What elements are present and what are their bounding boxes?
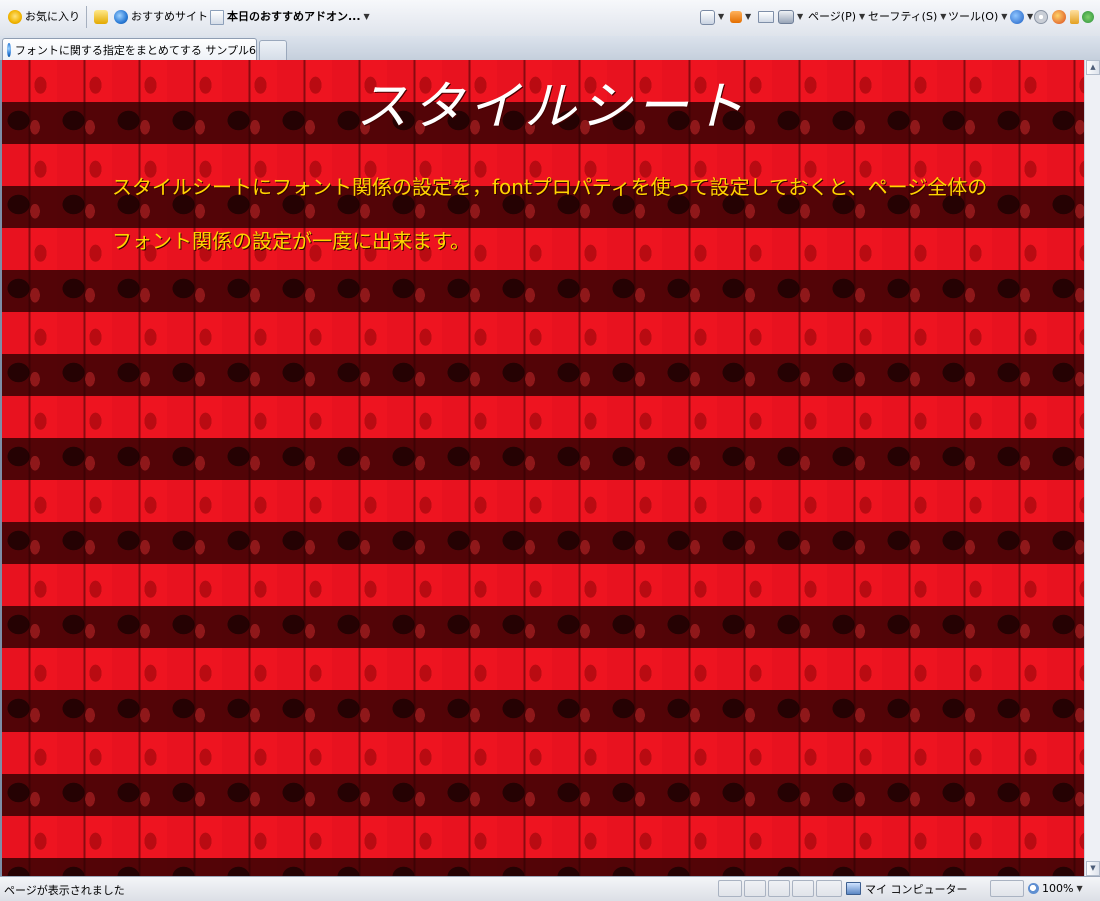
page-content: スタイルシート スタイルシートにフォント関係の設定を，fontプロパティを使って… (2, 60, 1084, 876)
zoom-icon (1028, 883, 1039, 894)
tools-menu[interactable]: ツール(O) ▼ (948, 8, 1007, 26)
page-menu-label: ページ(P) (808, 10, 856, 23)
chevron-down-icon: ▼ (363, 12, 370, 21)
add-favorite-icon (94, 10, 108, 24)
vertical-scrollbar[interactable]: ▲ ▼ (1084, 60, 1100, 876)
help-button[interactable]: ▼ (1010, 8, 1033, 26)
feeds-button[interactable]: ▼ (730, 8, 751, 26)
msn-icon (1082, 11, 1094, 23)
chevron-down-icon: ▼ (797, 12, 804, 21)
tab-active[interactable]: フォントに関する指定をまとめてする サンプル6 (2, 38, 257, 60)
tab-title: フォントに関する指定をまとめてする サンプル6 (14, 43, 256, 57)
addons-button[interactable]: 本日のおすすめアドオン... ▼ (210, 8, 370, 26)
status-cell (792, 880, 814, 897)
page-heading: スタイルシート (355, 77, 748, 137)
page-paragraph: スタイルシートにフォント関係の設定を，fontプロパティを使って設定しておくと、… (112, 175, 988, 253)
addon-icon (1052, 10, 1066, 24)
chevron-down-icon: ▼ (1001, 12, 1008, 21)
chevron-down-icon: ▼ (718, 12, 725, 21)
addon-button[interactable] (1052, 8, 1066, 26)
chevron-down-icon: ▼ (1076, 884, 1083, 893)
status-cell (768, 880, 790, 897)
status-bar: ページが表示されました マイ コンピューター 100% ▼ (0, 876, 1100, 901)
status-cell (744, 880, 766, 897)
chevron-down-icon: ▼ (940, 12, 947, 21)
tab-strip: フォントに関する指定をまとめてする サンプル6 (0, 36, 1100, 61)
research-button[interactable] (1070, 8, 1079, 26)
tools-menu-label: ツール(O) (948, 10, 999, 23)
mail-icon (758, 11, 774, 23)
settings-button[interactable] (1034, 8, 1048, 26)
protected-mode-cell[interactable] (990, 880, 1024, 897)
security-zone[interactable]: マイ コンピューター (846, 880, 968, 897)
scroll-up-button[interactable]: ▲ (1086, 60, 1100, 75)
favorites-star-icon (8, 10, 22, 24)
gear-icon (1034, 10, 1048, 24)
favorites-command-bar: お気に入り おすすめサイト ▼ 本日のおすすめアドオン... ▼ ▼ ▼ ▼ ペ… (0, 0, 1100, 37)
zoom-label: 100% (1042, 882, 1074, 895)
print-button[interactable]: ▼ (778, 8, 803, 26)
addons-label: 本日のおすすめアドオン... (227, 10, 361, 23)
chevron-down-icon: ▼ (859, 12, 866, 21)
status-cell (816, 880, 842, 897)
ie-icon (7, 42, 11, 57)
zoom-control[interactable]: 100% ▼ (1028, 880, 1083, 897)
page-menu[interactable]: ページ(P) ▼ (808, 8, 865, 26)
status-text: ページが表示されました (4, 884, 125, 897)
zone-label: マイ コンピューター (865, 882, 968, 896)
toolbar-separator (86, 6, 87, 28)
page-icon (210, 9, 224, 25)
print-icon (778, 10, 794, 24)
safety-menu-label: セーフティ(S) (868, 10, 938, 23)
status-cell (718, 880, 742, 897)
home-button[interactable]: ▼ (700, 8, 724, 26)
suggested-sites-label: おすすめサイト (131, 10, 208, 23)
browser-viewport: スタイルシート スタイルシートにフォント関係の設定を，fontプロパティを使って… (0, 60, 1100, 876)
ie-icon (114, 10, 128, 24)
new-tab-button[interactable] (259, 40, 287, 60)
msn-button[interactable] (1082, 8, 1094, 26)
computer-icon (846, 882, 861, 895)
rss-icon (730, 11, 742, 23)
research-icon (1070, 10, 1079, 24)
chevron-down-icon: ▼ (1027, 12, 1034, 21)
favorites-label: お気に入り (25, 10, 80, 23)
scroll-down-button[interactable]: ▼ (1086, 861, 1100, 876)
safety-menu[interactable]: セーフティ(S) ▼ (868, 8, 946, 26)
home-icon (700, 9, 715, 25)
add-favorite-button[interactable] (94, 8, 108, 26)
chevron-down-icon: ▼ (745, 12, 752, 21)
mail-button[interactable] (758, 8, 774, 26)
favorites-button[interactable]: お気に入り (8, 8, 80, 26)
help-icon (1010, 10, 1024, 24)
suggested-sites-button[interactable]: おすすめサイト ▼ (114, 8, 217, 26)
